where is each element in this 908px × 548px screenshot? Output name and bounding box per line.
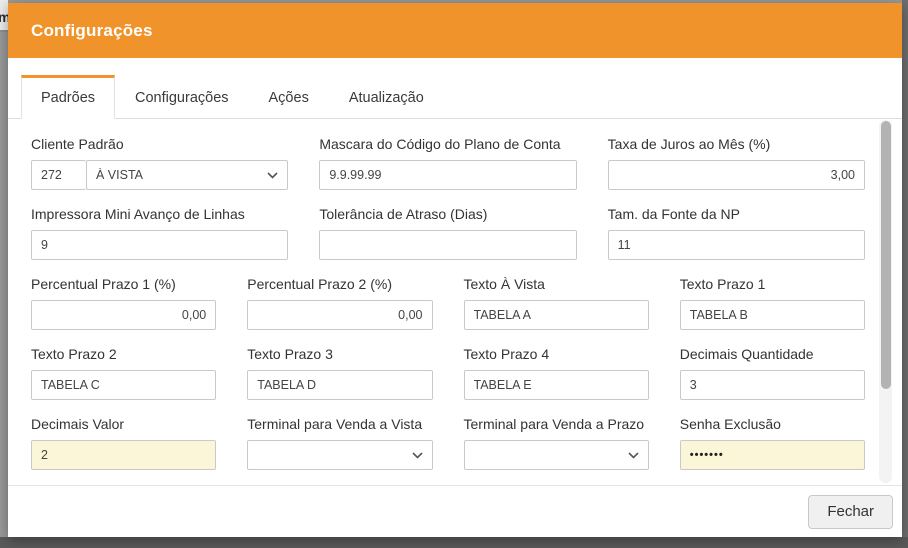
texto-prazo3-input[interactable] — [247, 370, 432, 400]
field-cliente-padrao: Cliente Padrão À VISTA — [31, 136, 288, 190]
texto-prazo4-input[interactable] — [464, 370, 649, 400]
field-label: Percentual Prazo 2 (%) — [247, 276, 432, 292]
terminal-venda-prazo-select[interactable] — [464, 440, 649, 470]
background-text-fragment: m — [0, 9, 8, 25]
field-label: Mascara do Código do Plano de Conta — [319, 136, 576, 152]
tab-bar: Padrões Configurações Ações Atualização — [8, 58, 902, 119]
field-texto-prazo2: Texto Prazo 2 — [31, 346, 216, 400]
chevron-down-icon — [412, 452, 423, 459]
field-texto-prazo1: Texto Prazo 1 — [680, 276, 865, 330]
field-label: Terminal para Venda a Vista — [247, 416, 432, 432]
tab-atualizacao[interactable]: Atualização — [329, 75, 444, 119]
field-label: Terminal para Venda a Prazo — [464, 416, 649, 432]
modal-header: Configurações — [8, 3, 902, 58]
tam-fonte-np-input[interactable] — [608, 230, 865, 260]
select-value: À VISTA — [96, 168, 143, 182]
chevron-down-icon — [628, 452, 639, 459]
form-row: Decimais Valor Terminal para Venda a Vis… — [31, 416, 865, 470]
texto-a-vista-input[interactable] — [464, 300, 649, 330]
form-row: Percentual Prazo 1 (%) Percentual Prazo … — [31, 276, 865, 330]
modal-title: Configurações — [31, 21, 153, 41]
field-label: Percentual Prazo 1 (%) — [31, 276, 216, 292]
field-label: Decimais Quantidade — [680, 346, 865, 362]
form-row: Texto Prazo 2 Texto Prazo 3 Texto Prazo … — [31, 346, 865, 400]
field-label: Texto Prazo 1 — [680, 276, 865, 292]
senha-exclusao-input[interactable] — [680, 440, 865, 470]
backdrop-bottom-edge — [0, 537, 908, 548]
percentual-prazo2-input[interactable] — [247, 300, 432, 330]
field-label: Senha Exclusão — [680, 416, 865, 432]
background-page-fragment: m — [0, 0, 8, 32]
decimais-quantidade-input[interactable] — [680, 370, 865, 400]
chevron-down-icon — [267, 172, 278, 179]
cliente-padrao-code-input[interactable] — [31, 160, 86, 190]
field-percentual-prazo2: Percentual Prazo 2 (%) — [247, 276, 432, 330]
field-label: Decimais Valor — [31, 416, 216, 432]
field-taxa-juros: Taxa de Juros ao Mês (%) — [608, 136, 865, 190]
field-tam-fonte-np: Tam. da Fonte da NP — [608, 206, 865, 260]
field-label: Impressora Mini Avanço de Linhas — [31, 206, 288, 222]
modal-footer: Fechar — [8, 485, 902, 537]
field-label: Tam. da Fonte da NP — [608, 206, 865, 222]
decimais-valor-input[interactable] — [31, 440, 216, 470]
form-row: Cliente Padrão À VISTA Mascara do Código… — [31, 136, 865, 190]
field-label: Texto Prazo 3 — [247, 346, 432, 362]
mascara-plano-conta-input[interactable] — [319, 160, 576, 190]
field-terminal-venda-prazo: Terminal para Venda a Prazo — [464, 416, 649, 470]
impressora-mini-input[interactable] — [31, 230, 288, 260]
field-label: Texto À Vista — [464, 276, 649, 292]
percentual-prazo1-input[interactable] — [31, 300, 216, 330]
field-label: Taxa de Juros ao Mês (%) — [608, 136, 865, 152]
field-decimais-valor: Decimais Valor — [31, 416, 216, 470]
tab-label: Padrões — [41, 90, 95, 106]
tab-label: Atualização — [349, 90, 424, 106]
configuracoes-modal: Configurações Padrões Configurações Açõe… — [8, 3, 902, 537]
field-mascara-plano-conta: Mascara do Código do Plano de Conta — [319, 136, 576, 190]
terminal-venda-vista-select[interactable] — [247, 440, 432, 470]
field-label: Tolerância de Atraso (Dias) — [319, 206, 576, 222]
taxa-juros-input[interactable] — [608, 160, 865, 190]
field-decimais-quantidade: Decimais Quantidade — [680, 346, 865, 400]
tab-panel-padroes: Cliente Padrão À VISTA Mascara do Código… — [8, 119, 902, 484]
tab-label: Configurações — [135, 90, 229, 106]
field-terminal-venda-vista: Terminal para Venda a Vista — [247, 416, 432, 470]
texto-prazo2-input[interactable] — [31, 370, 216, 400]
form-row: Impressora Mini Avanço de Linhas Tolerân… — [31, 206, 865, 260]
texto-prazo1-input[interactable] — [680, 300, 865, 330]
field-label: Texto Prazo 2 — [31, 346, 216, 362]
field-texto-prazo4: Texto Prazo 4 — [464, 346, 649, 400]
tab-acoes[interactable]: Ações — [249, 75, 329, 119]
scrollbar-thumb[interactable] — [881, 121, 891, 389]
tab-label: Ações — [269, 90, 309, 106]
scrollbar-track[interactable] — [879, 120, 892, 483]
field-texto-a-vista: Texto À Vista — [464, 276, 649, 330]
backdrop-right-edge — [902, 0, 908, 548]
field-percentual-prazo1: Percentual Prazo 1 (%) — [31, 276, 216, 330]
field-tolerancia-atraso: Tolerância de Atraso (Dias) — [319, 206, 576, 260]
tolerancia-atraso-input[interactable] — [319, 230, 576, 260]
field-label: Texto Prazo 4 — [464, 346, 649, 362]
field-label: Cliente Padrão — [31, 136, 288, 152]
field-senha-exclusao: Senha Exclusão — [680, 416, 865, 470]
fechar-button[interactable]: Fechar — [808, 495, 893, 529]
field-texto-prazo3: Texto Prazo 3 — [247, 346, 432, 400]
tab-padroes[interactable]: Padrões — [21, 75, 115, 119]
tab-configuracoes[interactable]: Configurações — [115, 75, 249, 119]
cliente-padrao-select[interactable]: À VISTA — [86, 160, 288, 190]
field-impressora-mini: Impressora Mini Avanço de Linhas — [31, 206, 288, 260]
